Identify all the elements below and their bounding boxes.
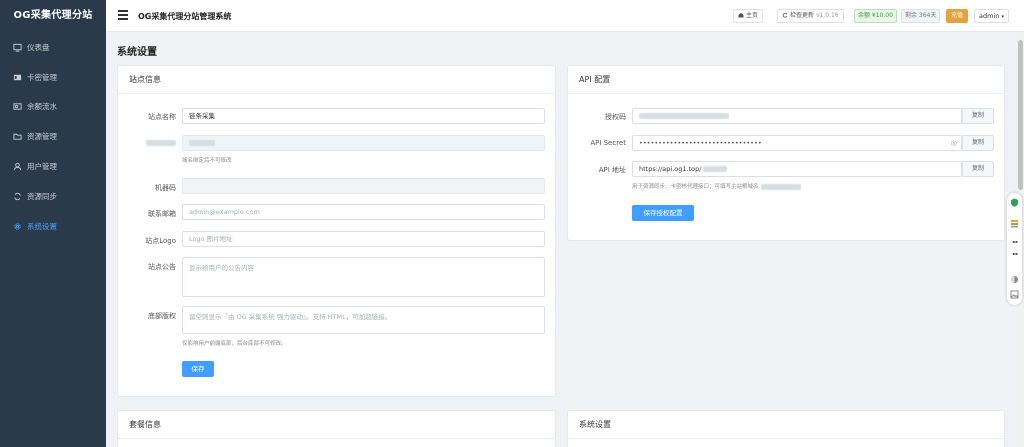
domain-label — [126, 139, 176, 147]
notice-label: 站点公告 — [148, 263, 176, 271]
api-url-help: 用于资源同步、卡密核代理接口；可填写主站根域名 — [632, 182, 801, 190]
site-name-label: 站点名称 — [148, 113, 176, 121]
auth-code-input[interactable] — [632, 108, 962, 124]
sidebar-item-sync[interactable]: 资源同步 — [0, 185, 106, 207]
sidebar-item-card-keys[interactable]: 卡密管理 — [0, 66, 106, 88]
card-title: 系统设置 — [568, 411, 1004, 439]
palette-icon[interactable] — [1010, 275, 1019, 284]
machine-code-label: 机器码 — [155, 184, 176, 192]
logo-input[interactable]: Logo 图片地址 — [182, 231, 545, 247]
sidebar-item-label: 系统设置 — [27, 221, 57, 231]
eye-icon: ◎ — [950, 139, 957, 147]
email-label: 联系邮箱 — [148, 210, 176, 218]
auth-code-label: 授权码 — [605, 113, 626, 121]
api-config-card: API 配置 授权码 复制 API Secret •••••••••••••••… — [567, 65, 1005, 241]
sidebar-item-dashboard[interactable]: 仪表盘 — [0, 36, 106, 58]
domain-help: 域名绑定后不可修改 — [182, 158, 232, 164]
api-url-input[interactable]: https://api.og1.top/ — [632, 161, 962, 177]
logo-label: 站点Logo — [145, 237, 176, 245]
gear-icon — [12, 221, 22, 231]
top-bar: OG采集代理分站管理系统 主页 检查更新 v1.0.16 余额 ¥10.00 剩… — [106, 0, 1024, 32]
expiry-badge: 剩余 364天 — [901, 9, 941, 23]
secret-label: API Secret — [590, 139, 626, 147]
floating-toolbar: ▪▪ ▪▪ — [1007, 193, 1022, 305]
card-title: 套餐信息 — [118, 411, 555, 439]
copy-secret-button[interactable]: 复制 — [962, 135, 994, 151]
system-settings-card: 系统设置 — [567, 410, 1005, 447]
version-text: v1.0.16 — [815, 12, 839, 19]
page-title: 系统设置 — [117, 47, 157, 58]
machine-code-input — [182, 178, 545, 194]
copy-auth-button[interactable]: 复制 — [962, 108, 994, 124]
sidebar: OG采集代理分站 仪表盘 卡密管理 余额流水 资源管理 用户管理 资源同步 系统… — [0, 0, 106, 447]
scrollbar-thumb[interactable] — [1018, 40, 1023, 190]
folder-icon — [12, 131, 22, 141]
brand-logo-text: OG采集代理分站 — [13, 10, 93, 21]
footer-textarea[interactable]: 留空则显示『由 OG 采集系统 强力驱动』。支持 HTML，可加超链接。 — [182, 306, 545, 334]
sidebar-item-users[interactable]: 用户管理 — [0, 155, 106, 177]
secret-input[interactable]: •••••••••••••••••••••••••••••••• ◎ — [632, 135, 962, 151]
wallet-icon — [12, 101, 22, 111]
package-info-card: 套餐信息 — [117, 410, 556, 447]
sidebar-item-label: 资源管理 — [27, 131, 57, 141]
user-icon — [12, 161, 22, 171]
sidebar-item-balance-log[interactable]: 余额流水 — [0, 95, 106, 117]
dashboard-icon — [12, 42, 22, 52]
sidebar-item-label: 卡密管理 — [27, 72, 57, 82]
sidebar-item-label: 余额流水 — [27, 101, 57, 111]
stat-icon: ▪▪ — [1012, 239, 1018, 244]
home-icon — [738, 12, 744, 18]
site-info-card: 站点信息 站点名称 链条采集 域名绑定后不可修改 机器码 联系邮箱 admin@… — [117, 65, 556, 397]
renew-button[interactable]: 充值 — [946, 9, 969, 23]
menu-toggle-icon[interactable] — [118, 10, 128, 20]
card-title: 站点信息 — [118, 66, 555, 94]
sidebar-item-settings[interactable]: 系统设置 — [0, 215, 106, 237]
notice-textarea[interactable]: 显示给用户的公告内容 — [182, 257, 545, 297]
refresh-icon — [782, 12, 788, 18]
shield-icon[interactable] — [1010, 198, 1019, 207]
sidebar-item-label: 仪表盘 — [27, 42, 50, 52]
user-dropdown[interactable]: admin ▾ — [974, 9, 1009, 23]
home-button[interactable]: 主页 — [733, 9, 764, 23]
image-icon[interactable] — [1010, 290, 1019, 299]
save-auth-config-button[interactable]: 保存授权配置 — [632, 205, 694, 221]
app-title: OG采集代理分站管理系统 — [138, 12, 232, 21]
copy-url-button[interactable]: 复制 — [962, 161, 994, 177]
check-update-button[interactable]: 检查更新 v1.0.16 — [777, 9, 844, 23]
site-name-input[interactable]: 链条采集 — [182, 108, 545, 124]
domain-input — [182, 135, 545, 151]
sidebar-item-resources[interactable]: 资源管理 — [0, 125, 106, 147]
save-button[interactable]: 保存 — [182, 361, 214, 377]
sync-icon — [12, 191, 22, 201]
card-key-icon — [12, 72, 22, 82]
card-title: API 配置 — [568, 66, 1004, 94]
sidebar-item-label: 资源同步 — [27, 191, 57, 201]
balance-badge: 余额 ¥10.00 — [854, 9, 897, 23]
stat-icon: ▪▪ — [1012, 251, 1018, 256]
api-url-label: API 地址 — [598, 166, 626, 174]
stack-icon[interactable] — [1010, 219, 1019, 228]
email-input[interactable]: admin@example.com — [182, 204, 545, 220]
footer-help: 仅影响用户前端底部，后台底部不可修改。 — [182, 341, 287, 347]
sidebar-item-label: 用户管理 — [27, 161, 57, 171]
footer-label: 底部版权 — [148, 312, 176, 320]
chevron-down-icon: ▾ — [1001, 14, 1004, 20]
